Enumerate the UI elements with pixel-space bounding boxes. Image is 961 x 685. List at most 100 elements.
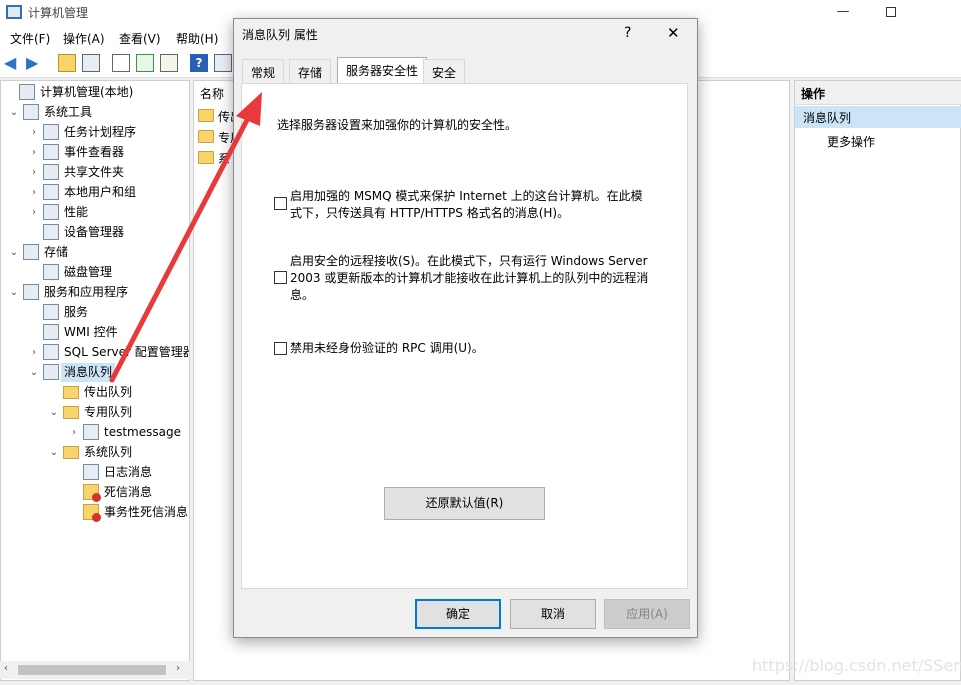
horizontal-scrollbar[interactable]: ‹ ›: [0, 661, 190, 679]
performance-icon: [43, 204, 59, 220]
tree-item[interactable]: › SQL Server 配置管理器: [1, 343, 189, 362]
expand-chevron-icon[interactable]: ⌄: [49, 443, 59, 462]
app-icon: [6, 5, 22, 19]
tree-item-label: 事务性死信消息: [104, 505, 189, 519]
tools-icon: [23, 104, 39, 120]
tree-item[interactable]: 事务性死信消息: [1, 503, 189, 522]
tree-item[interactable]: › 共享文件夹: [1, 163, 189, 182]
tree-item[interactable]: 磁盘管理: [1, 263, 189, 282]
expand-chevron-icon[interactable]: ›: [29, 183, 39, 202]
actions-pane: 操作 消息队列 更多操作: [794, 80, 961, 681]
tree-item[interactable]: › 任务计划程序: [1, 123, 189, 142]
ok-button[interactable]: 确定: [415, 599, 501, 629]
tree-item[interactable]: ⌄ 服务和应用程序: [1, 283, 189, 302]
actions-selected-item[interactable]: 消息队列: [795, 106, 961, 128]
folder-icon: [198, 109, 214, 122]
tree-item-label: 专用队列: [84, 405, 133, 419]
enhanced-msmq-label[interactable]: 启用加强的 MSMQ 模式来保护 Internet 上的这台计算机。在此模 式下…: [290, 188, 655, 222]
expand-chevron-icon[interactable]: ›: [69, 423, 79, 442]
restore-defaults-button[interactable]: 还原默认值(R): [384, 487, 545, 520]
scroll-right-arrow[interactable]: ›: [176, 663, 180, 674]
disable-rpc-label[interactable]: 禁用未经身份验证的 RPC 调用(U)。: [290, 340, 655, 357]
expand-chevron-icon[interactable]: ›: [29, 343, 39, 362]
tree-item[interactable]: 服务: [1, 303, 189, 322]
cancel-button[interactable]: 取消: [510, 599, 596, 629]
tree-item[interactable]: › 性能: [1, 203, 189, 222]
queue-icon: [83, 424, 99, 440]
action-pane-icon[interactable]: [214, 54, 232, 72]
minimize-button[interactable]: —: [820, 0, 866, 26]
tree-item[interactable]: 死信消息: [1, 483, 189, 502]
tree-item[interactable]: ⌄ 存储: [1, 243, 189, 262]
tree-item[interactable]: WMI 控件: [1, 323, 189, 342]
maximize-button[interactable]: [868, 0, 914, 26]
tree-item[interactable]: ⌄ 专用队列: [1, 403, 189, 422]
export-list-icon[interactable]: [160, 54, 178, 72]
expand-chevron-icon[interactable]: ›: [29, 123, 39, 142]
expand-chevron-icon[interactable]: ›: [29, 203, 39, 222]
expand-chevron-icon[interactable]: ›: [29, 163, 39, 182]
navigation-tree: 计算机管理(本地) ⌄ 系统工具 › 任务计划程序 › 事件查看器 › 共享文件夹 › 本地用户和组…: [0, 80, 190, 681]
option-line: 式下，只传送具有 HTTP/HTTPS 格式名的消息(H)。: [290, 206, 570, 220]
up-folder-icon[interactable]: [58, 54, 76, 72]
tab-storage[interactable]: 存储: [289, 59, 332, 83]
refresh-icon[interactable]: [136, 54, 154, 72]
option-line: 启用安全的远程接收(S)。在此模式下，只有运行 Windows Server: [290, 254, 648, 268]
expand-chevron-icon[interactable]: ⌄: [9, 243, 19, 262]
tree-item[interactable]: 设备管理器: [1, 223, 189, 242]
tree-item-label: 设备管理器: [64, 225, 125, 239]
actions-header: 操作: [795, 81, 961, 105]
tree-item[interactable]: 传出队列: [1, 383, 189, 402]
expand-chevron-icon[interactable]: ⌄: [9, 283, 19, 302]
help-icon[interactable]: ?: [190, 54, 208, 72]
tree-item-label: 计算机管理(本地): [40, 85, 134, 99]
tree-item-label: 日志消息: [104, 465, 153, 479]
disable-rpc-checkbox[interactable]: [274, 342, 287, 355]
secure-remote-receive-label[interactable]: 启用安全的远程接收(S)。在此模式下，只有运行 Windows Server 2…: [290, 253, 655, 304]
tree-item[interactable]: › 事件查看器: [1, 143, 189, 162]
properties-dialog: 消息队列 属性 ? ✕ 常规 存储 服务器安全性 安全 选择服务器设置来加强你的…: [233, 18, 698, 638]
expand-chevron-icon[interactable]: ⌄: [29, 363, 39, 382]
error-badge-icon: [92, 493, 101, 502]
window-title: 计算机管理: [28, 6, 89, 20]
menu-help[interactable]: 帮助(H): [176, 30, 218, 47]
scroll-thumb[interactable]: [18, 665, 166, 675]
expand-chevron-icon[interactable]: ⌄: [9, 103, 19, 122]
tree-item-label: 磁盘管理: [64, 265, 113, 279]
show-tree-icon[interactable]: [82, 54, 100, 72]
forward-arrow-icon[interactable]: ▶: [26, 54, 44, 72]
tab-panel: 选择服务器设置来加强你的计算机的安全性。 启用加强的 MSMQ 模式来保护 In…: [241, 83, 688, 589]
enhanced-msmq-checkbox[interactable]: [274, 197, 287, 210]
menu-file[interactable]: 文件(F): [10, 30, 50, 47]
dialog-title: 消息队列 属性: [242, 28, 318, 42]
apply-button: 应用(A): [604, 599, 690, 629]
tree-item[interactable]: ⌄ 消息队列: [1, 363, 189, 382]
tree-item-label: 服务: [64, 305, 89, 319]
tab-security[interactable]: 安全: [423, 59, 466, 83]
more-actions-link[interactable]: 更多操作: [827, 133, 875, 150]
menu-view[interactable]: 查看(V): [119, 30, 161, 47]
tree-item[interactable]: › testmessage: [1, 423, 189, 442]
folder-icon: [63, 446, 79, 459]
dialog-help-button[interactable]: ?: [624, 25, 631, 41]
scroll-left-arrow[interactable]: ‹: [4, 663, 8, 674]
tab-server-security[interactable]: 服务器安全性: [337, 57, 428, 84]
properties-icon[interactable]: [112, 54, 130, 72]
column-header-name[interactable]: 名称: [200, 85, 224, 102]
panel-description: 选择服务器设置来加强你的计算机的安全性。: [277, 118, 518, 132]
tree-item[interactable]: › 本地用户和组: [1, 183, 189, 202]
tree-item[interactable]: ⌄ 系统工具: [1, 103, 189, 122]
tree-item[interactable]: 日志消息: [1, 463, 189, 482]
menu-action[interactable]: 操作(A): [63, 30, 105, 47]
tree-item-label: 系统工具: [44, 105, 93, 119]
back-arrow-icon[interactable]: ◀: [4, 54, 22, 72]
secure-remote-receive-checkbox[interactable]: [274, 271, 287, 284]
expand-chevron-icon[interactable]: ›: [29, 143, 39, 162]
tab-general[interactable]: 常规: [242, 59, 285, 83]
tree-item[interactable]: 计算机管理(本地): [1, 83, 189, 102]
dialog-close-button[interactable]: ✕: [667, 24, 680, 42]
tree-item-label: 事件查看器: [64, 145, 125, 159]
tree-item-label: 系统队列: [84, 445, 133, 459]
expand-chevron-icon[interactable]: ⌄: [49, 403, 59, 422]
tree-item[interactable]: ⌄ 系统队列: [1, 443, 189, 462]
